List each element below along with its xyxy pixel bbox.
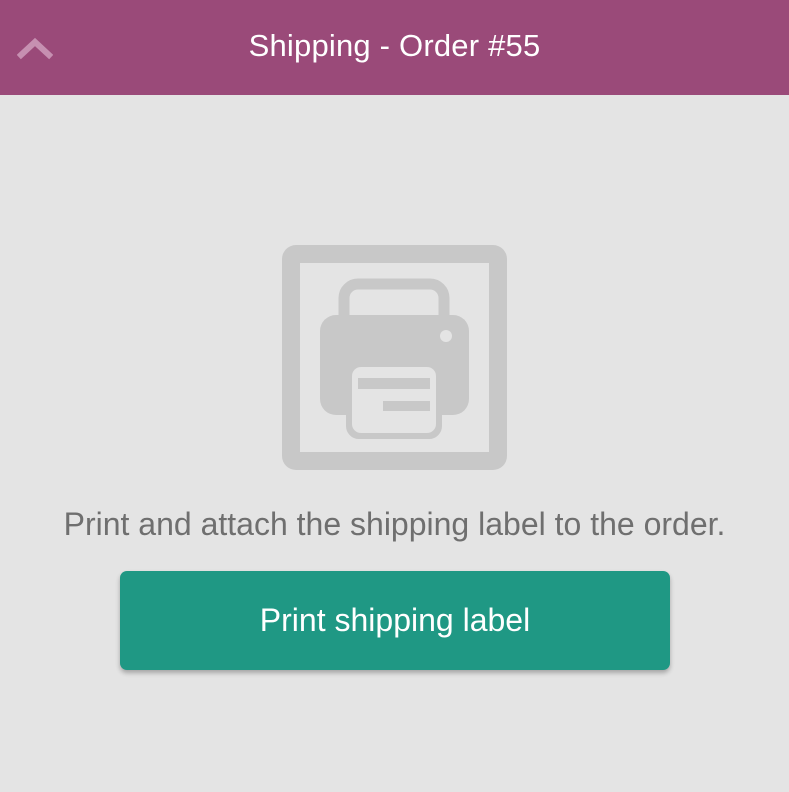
page-title: Shipping - Order #55 — [248, 28, 541, 63]
printer-icon — [282, 245, 507, 470]
print-shipping-label-button[interactable]: Print shipping label — [120, 571, 670, 670]
app-header: Shipping - Order #55 — [0, 0, 789, 95]
shipping-content: Print and attach the shipping label to t… — [0, 95, 789, 792]
instruction-text: Print and attach the shipping label to t… — [63, 506, 726, 542]
